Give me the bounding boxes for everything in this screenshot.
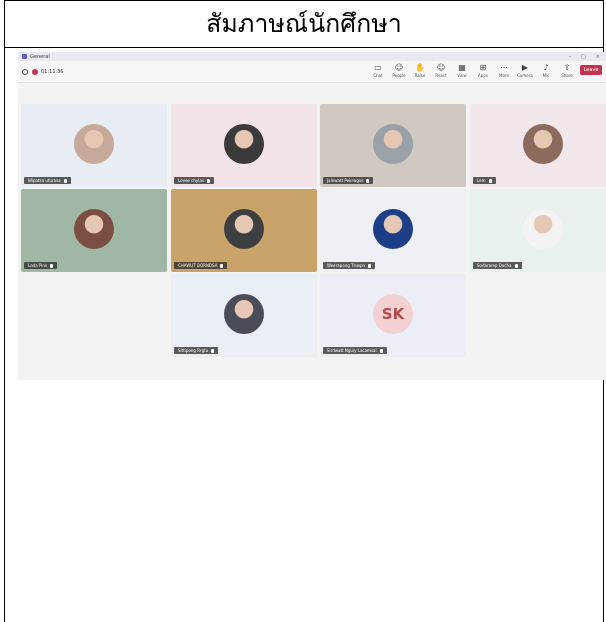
participant-name-text: Jainwatt Pekrwgos <box>327 178 364 183</box>
participant-name-text: Weerapong Tlswpn <box>327 263 366 268</box>
more-button[interactable]: ⋯ More <box>496 63 512 79</box>
mic-icon <box>379 349 383 353</box>
maximize-icon[interactable]: □ <box>581 54 586 60</box>
participant-tile[interactable]: Lem <box>470 104 606 187</box>
people-button[interactable]: ☺ People <box>391 63 407 79</box>
camera-button[interactable]: ▶ Camera <box>517 63 533 79</box>
mic-icon <box>366 179 370 183</box>
mic-icon <box>514 264 518 268</box>
tool-label: React <box>435 73 447 78</box>
participant-name: CHAWUT DORNDSA <box>174 262 228 269</box>
tool-label: Mic <box>542 73 550 78</box>
tool-label: Apps <box>478 73 488 78</box>
minimize-icon[interactable]: – <box>569 54 572 60</box>
participant-name: Lem <box>473 177 496 184</box>
participant-tile[interactable]: Sodaramp Dacha <box>470 189 606 272</box>
avatar-initials: SK <box>373 294 413 334</box>
participant-name-text: Lem <box>477 178 486 183</box>
mic-icon <box>206 179 210 183</box>
document-title: สัมภาษณ์นักศึกษา <box>206 8 402 38</box>
close-icon[interactable]: × <box>596 54 600 60</box>
mic-icon <box>211 349 215 353</box>
mic-icon <box>50 264 54 268</box>
avatar <box>523 209 563 249</box>
participant-name: Lovee chylas <box>174 177 214 184</box>
people-icon: ☺ <box>394 63 404 72</box>
avatar <box>224 124 264 164</box>
camera-icon: ▶ <box>521 63 529 72</box>
participant-name: Weerapong Tlswpn <box>323 262 376 269</box>
window-controls[interactable]: – □ × <box>569 54 606 60</box>
participant-name-text: Wipatsa uturasa <box>28 178 61 183</box>
title-row: สัมภาษณ์นักศึกษา <box>4 0 604 48</box>
teams-icon <box>22 54 27 59</box>
tool-label: More <box>499 73 509 78</box>
clock-icon <box>22 68 28 75</box>
view-button[interactable]: ▦ View <box>454 63 470 79</box>
mic-icon <box>63 179 67 183</box>
participant-tile[interactable]: Sittipong Rrgta <box>171 274 317 357</box>
chat-button[interactable]: ▭ Chat <box>370 63 386 79</box>
participant-name: Lada Pinn <box>24 262 58 269</box>
participant-tile[interactable]: Lovee chylas <box>171 104 317 187</box>
participant-name: Sodaramp Dacha <box>473 262 522 269</box>
participant-name: Wipatsa uturasa <box>24 177 71 184</box>
mic-icon <box>488 179 492 183</box>
meeting-toolbar: 01:11:36 ▭ Chat ☺ People ✋ Raise ☺ React ▦ View ⊞ A… <box>18 61 606 83</box>
avatar <box>74 124 114 164</box>
mic-icon: ♪ <box>543 63 549 72</box>
participant-tile[interactable]: Lada Pinn <box>21 189 167 272</box>
participant-name-text: Sirdwatt Nguiy Lacamsal <box>327 348 377 353</box>
avatar <box>373 209 413 249</box>
tool-label: Raise <box>414 73 426 78</box>
avatar <box>224 294 264 334</box>
participant-tile[interactable]: CHAWUT DORNDSA <box>171 189 317 272</box>
chat-icon: ▭ <box>374 63 382 72</box>
window-titlebar: General – □ × <box>18 52 606 61</box>
avatar <box>373 124 413 164</box>
avatar <box>224 209 264 249</box>
view-icon: ▦ <box>458 63 466 72</box>
mic-icon <box>368 264 372 268</box>
tool-label: Camera <box>517 73 533 78</box>
participant-name: Jainwatt Pekrwgos <box>323 177 374 184</box>
apps-button[interactable]: ⊞ Apps <box>475 63 491 79</box>
raise-hand-icon: ✋ <box>415 63 425 72</box>
teams-meeting-screenshot: General – □ × 01:11:36 ▭ Chat ☺ People ✋ Raise ☺… <box>18 52 606 380</box>
participant-tile[interactable]: Jainwatt Pekrwgos <box>320 104 466 187</box>
share-icon: ⇪ <box>563 63 571 72</box>
tool-label: Chat <box>373 73 383 78</box>
participant-name-text: CHAWUT DORNDSA <box>178 263 218 268</box>
participant-tile[interactable]: SK Sirdwatt Nguiy Lacamsal <box>320 274 466 357</box>
avatar <box>523 124 563 164</box>
mic-icon <box>220 264 224 268</box>
avatar <box>74 209 114 249</box>
tool-label: People <box>392 73 406 78</box>
participant-tile[interactable]: Wipatsa uturasa <box>21 104 167 187</box>
window-title: General <box>30 53 50 60</box>
mic-button[interactable]: ♪ Mic <box>538 63 554 79</box>
share-button[interactable]: ⇪ Share <box>559 63 575 79</box>
participant-name-text: Sittipong Rrgta <box>178 348 209 353</box>
react-button[interactable]: ☺ React <box>433 63 449 79</box>
participant-name: Sirdwatt Nguiy Lacamsal <box>323 347 387 354</box>
leave-button[interactable]: Leave <box>580 65 602 75</box>
more-icon: ⋯ <box>500 63 508 72</box>
tool-label: Share <box>561 73 573 78</box>
participant-tile[interactable]: Weerapong Tlswpn <box>320 189 466 272</box>
participant-name-text: Lada Pinn <box>28 263 48 268</box>
participant-name-text: Sodaramp Dacha <box>477 263 512 268</box>
react-icon: ☺ <box>436 63 446 72</box>
meeting-timer: 01:11:36 <box>41 68 64 75</box>
participant-name: Sittipong Rrgta <box>174 347 219 354</box>
raise-button[interactable]: ✋ Raise <box>412 63 428 79</box>
toolbar-buttons: ▭ Chat ☺ People ✋ Raise ☺ React ▦ View ⊞ Apps ⋯ More ▶… <box>370 64 602 78</box>
recording-icon <box>32 68 38 75</box>
tool-label: View <box>457 73 467 78</box>
apps-icon: ⊞ <box>479 63 487 72</box>
participant-name-text: Lovee chylas <box>178 178 204 183</box>
